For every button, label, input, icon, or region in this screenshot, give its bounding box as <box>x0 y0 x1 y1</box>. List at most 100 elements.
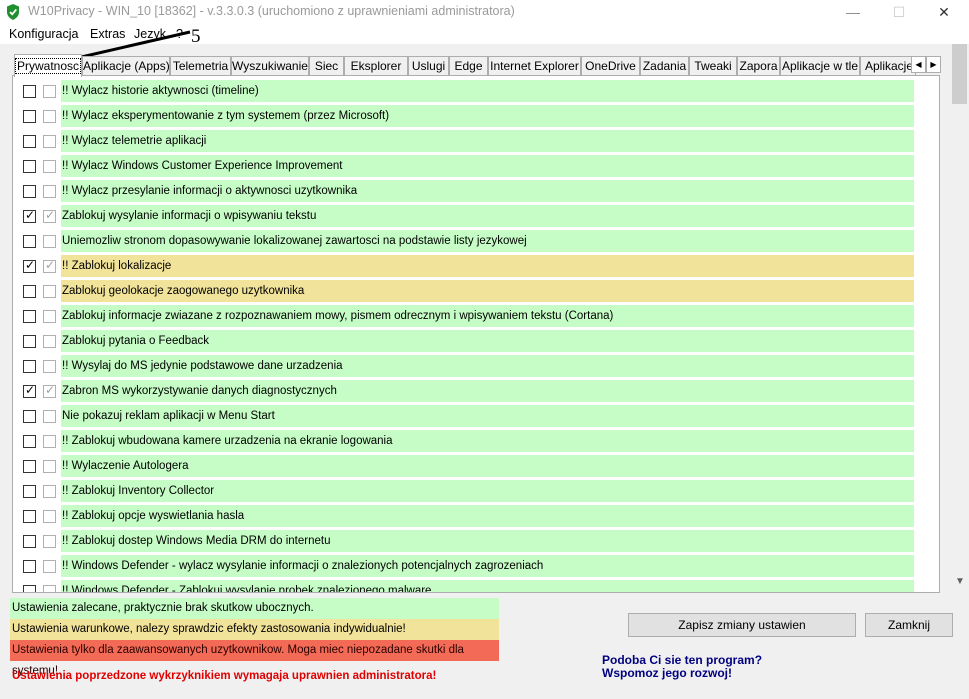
setting-checkbox[interactable] <box>23 560 36 573</box>
tab-telemetria[interactable]: Telemetria <box>170 56 231 76</box>
setting-checkbox[interactable] <box>23 360 36 373</box>
tab-scroll-right-icon[interactable]: ▶ <box>926 56 941 73</box>
tab-scroll-left-icon[interactable]: ◀ <box>911 56 926 73</box>
scrollbar-thumb[interactable] <box>952 44 967 104</box>
setting-row[interactable]: !! Wylacz przesylanie informacji o aktyw… <box>13 180 939 205</box>
setting-checkbox[interactable]: ✓ <box>23 208 36 223</box>
tab-tweaki[interactable]: Tweaki <box>689 56 737 76</box>
setting-row[interactable]: !! Wysylaj do MS jedynie podstawowe dane… <box>13 355 939 380</box>
setting-checkbox[interactable] <box>23 435 36 448</box>
setting-checkbox[interactable] <box>23 510 36 523</box>
vertical-scrollbar[interactable]: ▼ <box>951 44 968 592</box>
setting-checkbox[interactable] <box>23 110 36 123</box>
setting-checkbox[interactable] <box>23 135 36 148</box>
setting-checkbox[interactable] <box>23 185 36 198</box>
setting-row[interactable]: Zablokuj pytania o Feedback <box>13 330 939 355</box>
setting-checkbox[interactable]: ✓ <box>23 258 36 273</box>
setting-row[interactable]: !! Wylacz Windows Customer Experience Im… <box>13 155 939 180</box>
current-state-checkbox <box>43 585 56 592</box>
check-icon: ✓ <box>45 208 56 222</box>
tab-onedrive[interactable]: OneDrive <box>581 56 640 76</box>
tab-aplikacje-w-tle[interactable]: Aplikacje w tle <box>780 56 860 76</box>
setting-row[interactable]: !! Zablokuj dostep Windows Media DRM do … <box>13 530 939 555</box>
tab-wyszukiwanie[interactable]: Wyszukiwanie <box>231 56 309 76</box>
setting-row[interactable]: !! Wylacz historie aktywnosci (timeline) <box>13 80 939 105</box>
tab-prywatnosc[interactable]: Prywatnosc <box>14 54 82 77</box>
current-state-checkbox <box>43 160 56 173</box>
setting-row[interactable]: !! Windows Defender - wylacz wysylanie i… <box>13 555 939 580</box>
setting-row[interactable]: !! Zablokuj Inventory Collector <box>13 480 939 505</box>
tab-aplikacje-apps[interactable]: Aplikacje (Apps) <box>82 56 170 76</box>
setting-label: !! Zablokuj Inventory Collector <box>61 480 914 502</box>
current-state-checkbox <box>43 235 56 248</box>
setting-row[interactable]: Uniemozliw stronom dopasowywanie lokaliz… <box>13 230 939 255</box>
setting-label: !! Zablokuj opcje wyswietlania hasla <box>61 505 914 527</box>
tab-uslugi[interactable]: Uslugi <box>408 56 449 76</box>
setting-checkbox[interactable] <box>23 160 36 173</box>
save-settings-button[interactable]: Zapisz zmiany ustawien <box>628 613 856 637</box>
setting-row[interactable]: !! Wylacz telemetrie aplikacji <box>13 130 939 155</box>
promo-line-2: Wspomoz jego rozwoj! <box>602 666 732 680</box>
current-state-checkbox <box>43 285 56 298</box>
setting-label: !! Zablokuj wbudowana kamere urzadzenia … <box>61 430 914 452</box>
check-icon: ✓ <box>45 383 56 397</box>
setting-checkbox[interactable] <box>23 585 36 592</box>
setting-checkbox[interactable] <box>23 535 36 548</box>
setting-label: Zablokuj pytania o Feedback <box>61 330 914 352</box>
setting-label: Zabron MS wykorzystywanie danych diagnos… <box>61 380 914 402</box>
setting-checkbox[interactable] <box>23 285 36 298</box>
title-bar: W10Privacy - WIN_10 [18362] - v.3.3.0.3 … <box>0 0 969 24</box>
tab-siec[interactable]: Siec <box>309 56 344 76</box>
setting-row[interactable]: !! Windows Defender - Zablokuj wysylanie… <box>13 580 939 592</box>
check-icon: ✓ <box>45 258 56 272</box>
tab-aplikacje[interactable]: Aplikacje <box>860 56 916 76</box>
setting-row[interactable]: Nie pokazuj reklam aplikacji w Menu Star… <box>13 405 939 430</box>
scroll-down-icon[interactable]: ▼ <box>955 576 965 587</box>
setting-row[interactable]: !! Zablokuj opcje wyswietlania hasla <box>13 505 939 530</box>
setting-row[interactable]: !! Zablokuj wbudowana kamere urzadzenia … <box>13 430 939 455</box>
setting-row[interactable]: ✓ ✓ !! Zablokuj lokalizacje <box>13 255 939 280</box>
setting-row[interactable]: Zablokuj geolokacje zaogowanego uzytkown… <box>13 280 939 305</box>
setting-label: Zablokuj wysylanie informacji o wpisywan… <box>61 205 914 227</box>
setting-checkbox[interactable] <box>23 85 36 98</box>
tab-internet-explorer[interactable]: Internet Explorer <box>488 56 581 76</box>
setting-checkbox[interactable] <box>23 310 36 323</box>
setting-row[interactable]: !! Wylacz eksperymentowanie z tym system… <box>13 105 939 130</box>
tab-edge[interactable]: Edge <box>449 56 488 76</box>
setting-checkbox[interactable] <box>23 410 36 423</box>
current-state-checkbox: ✓ <box>43 383 56 398</box>
tab-zapora[interactable]: Zapora <box>737 56 780 76</box>
setting-checkbox[interactable] <box>23 485 36 498</box>
tab-zadania[interactable]: Zadania <box>640 56 689 76</box>
annotation-label: 5 <box>191 26 201 47</box>
setting-row[interactable]: Zablokuj informacje zwiazane z rozpoznaw… <box>13 305 939 330</box>
current-state-checkbox <box>43 435 56 448</box>
setting-label: !! Windows Defender - wylacz wysylanie i… <box>61 555 914 577</box>
current-state-checkbox <box>43 560 56 573</box>
window-title: W10Privacy - WIN_10 [18362] - v.3.3.0.3 … <box>28 4 515 18</box>
setting-checkbox[interactable] <box>23 460 36 473</box>
legend-advanced: Ustawienia tylko dla zaawansowanych uzyt… <box>10 640 499 677</box>
current-state-checkbox <box>43 485 56 498</box>
promo-text[interactable]: Podoba Ci sie ten program? Wspomoz jego … <box>602 654 762 680</box>
maximize-button[interactable]: ☐ <box>876 0 922 24</box>
setting-checkbox[interactable]: ✓ <box>23 383 36 398</box>
current-state-checkbox <box>43 85 56 98</box>
setting-checkbox[interactable] <box>23 335 36 348</box>
setting-label: Nie pokazuj reklam aplikacji w Menu Star… <box>61 405 914 427</box>
setting-label: Zablokuj geolokacje zaogowanego uzytkown… <box>61 280 914 302</box>
settings-panel: !! Wylacz historie aktywnosci (timeline)… <box>12 75 940 593</box>
close-window-button[interactable]: ✕ <box>921 0 967 24</box>
tab-eksplorer[interactable]: Eksplorer <box>344 56 408 76</box>
setting-label: !! Wylacz przesylanie informacji o aktyw… <box>61 180 914 202</box>
minimize-button[interactable]: — <box>830 0 876 24</box>
current-state-checkbox <box>43 185 56 198</box>
current-state-checkbox <box>43 535 56 548</box>
setting-checkbox[interactable] <box>23 235 36 248</box>
check-icon: ✓ <box>25 258 36 272</box>
current-state-checkbox <box>43 510 56 523</box>
setting-row[interactable]: !! Wylaczenie Autologera <box>13 455 939 480</box>
close-button[interactable]: Zamknij <box>865 613 953 637</box>
setting-row[interactable]: ✓ ✓ Zablokuj wysylanie informacji o wpisyw… <box>13 205 939 230</box>
setting-row[interactable]: ✓ ✓ Zabron MS wykorzystywanie danych diagn… <box>13 380 939 405</box>
